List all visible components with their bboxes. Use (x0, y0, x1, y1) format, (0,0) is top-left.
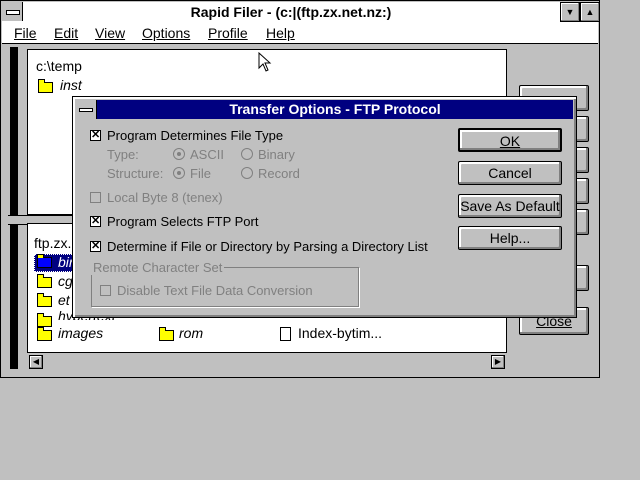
ascii-radio[interactable] (173, 148, 185, 160)
parsing-checkbox[interactable]: ✕ (90, 241, 101, 252)
folder-icon (37, 274, 52, 288)
file-type-checkbox[interactable]: ✕ (90, 130, 101, 141)
menu-profile[interactable]: Profile (208, 23, 248, 43)
vertical-scrollbar[interactable] (10, 47, 18, 369)
menu-options[interactable]: Options (142, 23, 190, 43)
horizontal-scrollbar[interactable]: ◀ ▶ (29, 355, 505, 369)
binary-radio[interactable] (241, 148, 253, 160)
structure-label: Structure: (107, 166, 164, 181)
dialog-title: Transfer Options - FTP Protocol (229, 101, 441, 117)
record-radio[interactable] (241, 167, 253, 179)
window-title: Rapid Filer - (c:|(ftp.zx.net.nz:) (190, 4, 392, 20)
type-label: Type: (107, 147, 139, 162)
save-as-default-button[interactable]: Save As Default (458, 194, 562, 218)
list-item[interactable]: images (58, 325, 103, 341)
local-path: c:\temp (36, 58, 82, 74)
list-item[interactable]: inst (60, 77, 82, 93)
file-icon (280, 327, 291, 341)
remote-path: ftp.zx. (34, 235, 72, 251)
minimize-button[interactable]: ▼ (560, 2, 580, 22)
scroll-right-button[interactable]: ▶ (491, 355, 505, 369)
menu-file[interactable]: File (14, 23, 37, 43)
menu-bar: File Edit View Options Profile Help (2, 23, 598, 44)
folder-icon (37, 313, 52, 327)
list-item[interactable]: cg (58, 273, 73, 289)
folder-icon (37, 254, 52, 268)
maximize-button[interactable]: ▲ (580, 2, 600, 22)
scroll-left-button[interactable]: ◀ (29, 355, 43, 369)
title-bar[interactable]: Rapid Filer - (c:|(ftp.zx.net.nz:) ▼ ▲ (2, 2, 600, 24)
folder-icon (159, 327, 174, 341)
folder-icon (38, 79, 53, 93)
dialog-title-bar[interactable]: Transfer Options - FTP Protocol (76, 100, 573, 119)
dialog-system-menu-button[interactable] (76, 100, 97, 119)
list-item[interactable]: rom (179, 325, 203, 341)
disable-conversion-checkbox[interactable] (100, 285, 111, 296)
ftp-port-label: Program Selects FTP Port (107, 214, 259, 229)
list-item[interactable]: Index-bytim... (298, 325, 382, 341)
binary-label: Binary (258, 147, 295, 162)
menu-help[interactable]: Help (266, 23, 295, 43)
local-byte-label: Local Byte 8 (tenex) (107, 190, 223, 205)
transfer-options-dialog: Transfer Options - FTP Protocol ✕ Progra… (72, 96, 577, 318)
record-label: Record (258, 166, 300, 181)
menu-edit[interactable]: Edit (54, 23, 78, 43)
disable-conversion-label: Disable Text File Data Conversion (117, 283, 313, 298)
ascii-label: ASCII (190, 147, 224, 162)
folder-icon (37, 327, 52, 341)
ok-button[interactable]: OK (458, 128, 562, 152)
mouse-cursor-icon (258, 52, 272, 72)
ftp-port-checkbox[interactable]: ✕ (90, 216, 101, 227)
system-menu-button[interactable] (2, 2, 23, 21)
group-label: Remote Character Set (91, 260, 225, 275)
folder-icon (37, 293, 52, 307)
list-item[interactable]: et (58, 292, 70, 308)
file-type-label: Program Determines File Type (107, 128, 284, 143)
cancel-button[interactable]: Cancel (458, 161, 562, 185)
menu-view[interactable]: View (95, 23, 125, 43)
file-structure-label: File (190, 166, 211, 181)
local-byte-checkbox[interactable] (90, 192, 101, 203)
parsing-label: Determine if File or Directory by Parsin… (107, 239, 428, 254)
file-radio[interactable] (173, 167, 185, 179)
help-button[interactable]: Help... (458, 226, 562, 250)
